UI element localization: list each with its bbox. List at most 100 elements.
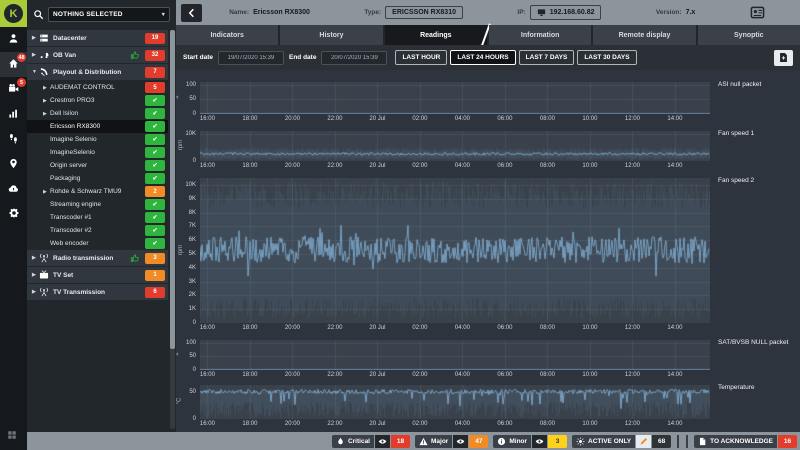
end-date-input[interactable]	[321, 50, 388, 65]
tree-group-playout-distribution[interactable]: ▼ Playout & Distribution 7	[27, 64, 168, 80]
statusbar-active-only[interactable]: ACTIVE ONLY 68	[572, 434, 672, 448]
device-ip-value[interactable]: 192.168.60.82	[529, 5, 602, 20]
tree-item-label: AUDEMAT CONTROL	[50, 84, 115, 91]
statusbar-label: TO ACKNOWLEDGE	[710, 437, 773, 445]
tree-item-ericsson-rx8300[interactable]: Ericsson RX8300 ✔	[27, 120, 168, 133]
device-badge-icon[interactable]	[750, 5, 765, 20]
x-tick-label: 14:00	[667, 372, 683, 378]
chevron-collapsed-icon[interactable]: ▶	[32, 272, 39, 278]
tab-remote-display[interactable]: Remote display	[593, 25, 696, 45]
status-ok-badge: ✔	[145, 199, 165, 210]
eye-toggle-critical[interactable]	[375, 434, 390, 448]
chevron-collapsed-icon[interactable]: ▶	[43, 111, 50, 117]
rail-item-user[interactable]	[0, 27, 27, 52]
footprints-icon	[8, 131, 19, 149]
rail-item-location[interactable]	[0, 152, 27, 177]
x-tick-label: 18:00	[242, 163, 258, 169]
x-tick-label: 12:00	[624, 325, 640, 331]
range-button-last-30-days[interactable]: LAST 30 DAYS	[577, 50, 637, 65]
x-tick-label: 04:00	[454, 325, 470, 331]
tree-item-dell-isilon[interactable]: ▶ Dell Isilon ✔	[27, 107, 168, 120]
rail-item-settings[interactable]	[0, 202, 27, 227]
tree-item-transcoder-2[interactable]: Transcoder #2 ✔	[27, 224, 168, 237]
tab-synoptic[interactable]: Synoptic	[697, 25, 800, 45]
flame-icon	[336, 437, 345, 446]
infoc-icon	[497, 437, 506, 446]
range-button-last-24-hours[interactable]: LAST 24 HOURS	[450, 50, 516, 65]
start-date-input[interactable]	[217, 50, 284, 65]
end-date-label: End date	[288, 54, 317, 61]
rail-item-home[interactable]: 48	[0, 52, 27, 77]
rail-item-footprints[interactable]	[0, 127, 27, 152]
statusbar-count-minor: 3	[548, 434, 568, 448]
chevron-collapsed-icon[interactable]: ▶	[43, 189, 50, 195]
tab-bar: Indicators History Readings Information Remo…	[176, 25, 800, 45]
chevron-collapsed-icon[interactable]: ▶	[43, 85, 50, 91]
tab-history[interactable]: History	[280, 25, 383, 45]
grid-menu-icon[interactable]	[7, 427, 17, 445]
back-button[interactable]	[181, 3, 202, 22]
chevron-expanded-icon[interactable]: ▼	[32, 69, 39, 75]
statusbar-label: Critical	[347, 437, 370, 445]
sidebar-scrollbar[interactable]	[170, 30, 175, 429]
rail-item-video[interactable]: 5	[0, 77, 27, 102]
tree-item-audemat-control[interactable]: ▶ AUDEMAT CONTROL 5	[27, 81, 168, 94]
tree-group-tv-transmission[interactable]: ▶ TV Transmission 6	[27, 284, 168, 300]
tab-readings[interactable]: Readings	[384, 25, 487, 45]
device-filter-select[interactable]: NOTHING SELECTED ▾	[48, 6, 170, 22]
chevron-collapsed-icon[interactable]: ▶	[32, 255, 39, 261]
search-icon[interactable]	[33, 9, 44, 20]
tree-item-crestron-pro3[interactable]: ▶ Crestron PRO3 ✔	[27, 94, 168, 107]
tree-item-imagine-selenio[interactable]: Imagine Selenio ✔	[27, 133, 168, 146]
range-button-last-7-days[interactable]: LAST 7 DAYS	[518, 50, 575, 65]
y-tick-label: 2K	[188, 292, 196, 299]
tree-item-origin-server[interactable]: Origin server ✔	[27, 159, 168, 172]
tree-item-web-encoder[interactable]: Web encoder ✔	[27, 237, 168, 250]
device-filter-value: NOTHING SELECTED	[53, 10, 123, 18]
cloud-icon	[8, 181, 19, 199]
tab-information[interactable]: Information	[488, 25, 592, 45]
x-tick-label: 10:00	[582, 325, 598, 331]
tree-item-rohde-schwarz-tmu9[interactable]: ▶ Rohde & Schwarz TMU9 2	[27, 185, 168, 198]
start-date-label: Start date	[183, 54, 213, 61]
statusbar-critical[interactable]: Critical 18	[331, 434, 410, 448]
statusbar-to-acknowledge[interactable]: TO ACKNOWLEDGE 16	[694, 434, 797, 448]
range-button-last-hour[interactable]: LAST HOUR	[395, 50, 448, 65]
statistics-icon	[8, 106, 19, 124]
tree-group-tv-set[interactable]: ▶ TV Set 1	[27, 267, 168, 283]
tree-item-imagineselenio[interactable]: ImagineSelenio ✔	[27, 146, 168, 159]
eye-toggle-minor[interactable]	[532, 434, 548, 448]
alarm-count-badge: 32	[145, 49, 165, 61]
tab-indicators[interactable]: Indicators	[176, 25, 279, 45]
chevron-collapsed-icon[interactable]: ▶	[32, 52, 39, 58]
sun-icon	[576, 437, 585, 446]
y-tick-label: 100	[185, 81, 196, 88]
eye-toggle-major[interactable]	[453, 434, 469, 448]
tree-item-label: ImagineSelenio	[50, 149, 95, 156]
chevron-collapsed-icon[interactable]: ▶	[32, 289, 39, 295]
x-tick-label: 22:00	[327, 372, 343, 378]
statusbar-major[interactable]: Major 47	[415, 434, 489, 448]
x-tick-label: 10:00	[582, 116, 598, 122]
x-tick-label: 20:00	[284, 325, 300, 331]
x-tick-label: 08:00	[539, 116, 555, 122]
rail-item-statistics[interactable]	[0, 102, 27, 127]
tree-group-radio-transmission[interactable]: ▶ Radio transmission 3	[27, 250, 168, 266]
export-button[interactable]	[774, 49, 793, 66]
statusbar-minor[interactable]: Minor 3	[493, 434, 568, 448]
edit-toggle-active-only[interactable]	[636, 434, 652, 448]
scrollbar-thumb[interactable]	[170, 30, 175, 350]
tree-item-packaging[interactable]: Packaging ✔	[27, 172, 168, 185]
y-tick-label: 100	[185, 339, 196, 346]
chevron-collapsed-icon[interactable]: ▶	[32, 35, 39, 41]
tree-item-transcoder-1[interactable]: Transcoder #1 ✔	[27, 211, 168, 224]
chart-title: Fan speed 1	[718, 130, 755, 137]
chevron-collapsed-icon[interactable]: ▶	[43, 98, 50, 104]
rail-item-cloud[interactable]	[0, 177, 27, 202]
tree-group-datacenter[interactable]: ▶ Datacenter 19	[27, 30, 168, 46]
app-logo[interactable]: K	[0, 0, 27, 27]
tree-item-streaming-engine[interactable]: Streaming engine ✔	[27, 198, 168, 211]
thumbs-up-icon	[130, 253, 140, 263]
y-tick-label: 0	[192, 320, 196, 326]
tree-group-ob-van[interactable]: ▶ OB Van 32	[27, 47, 168, 63]
